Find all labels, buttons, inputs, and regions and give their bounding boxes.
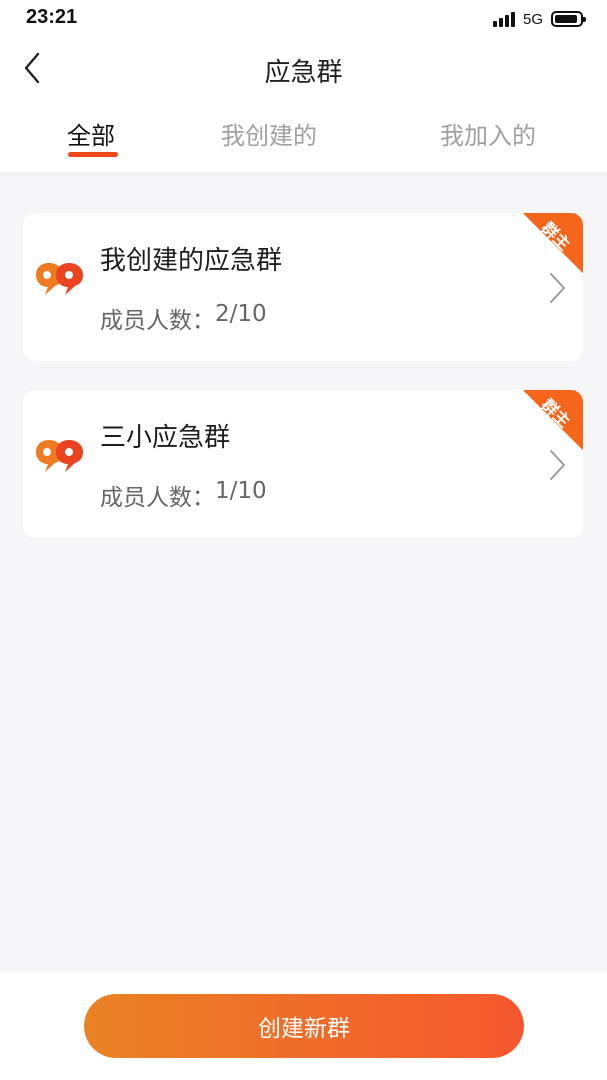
chevron-right-icon bbox=[550, 450, 565, 480]
owner-badge: 群主 bbox=[523, 213, 583, 273]
page-title: 应急群 bbox=[264, 58, 343, 88]
chat-group-icon bbox=[36, 440, 83, 472]
group-name: 我创建的应急群 bbox=[100, 246, 283, 276]
tab-joined[interactable]: 我加入的 bbox=[440, 116, 536, 151]
member-count-value: 2/10 bbox=[215, 301, 267, 327]
tab-bar: 全部 我创建的 我加入的 bbox=[0, 112, 607, 162]
active-tab-indicator bbox=[68, 152, 118, 157]
tab-all[interactable]: 全部 bbox=[67, 116, 115, 151]
owner-badge-label: 群主 bbox=[537, 218, 574, 255]
header-area: 23:21 5G 应急群 全部 我创建的 我加入的 bbox=[0, 0, 607, 172]
group-name: 三小应急群 bbox=[100, 423, 231, 453]
member-count-label: 成员人数： bbox=[100, 308, 215, 334]
tab-created[interactable]: 我创建的 bbox=[221, 116, 317, 151]
bottom-bar: 创建新群 bbox=[0, 972, 607, 1080]
navigation-bar: 应急群 bbox=[0, 40, 607, 96]
member-count-value: 1/10 bbox=[215, 478, 267, 504]
member-count: 成员人数： 2/10 bbox=[100, 301, 267, 335]
status-bar: 23:21 5G bbox=[0, 0, 607, 38]
owner-badge-label: 群主 bbox=[537, 395, 574, 432]
owner-badge: 群主 bbox=[523, 390, 583, 450]
status-time: 23:21 bbox=[26, 6, 78, 28]
member-count-label: 成员人数： bbox=[100, 485, 215, 511]
chat-group-icon bbox=[36, 263, 83, 295]
create-group-button[interactable]: 创建新群 bbox=[84, 994, 524, 1058]
group-card[interactable]: 我创建的应急群 成员人数： 2/10 群主 bbox=[23, 213, 583, 361]
member-count: 成员人数： 1/10 bbox=[100, 478, 267, 512]
status-icons: 5G bbox=[492, 9, 586, 29]
group-card[interactable]: 三小应急群 成员人数： 1/10 群主 bbox=[23, 390, 583, 538]
chevron-right-icon bbox=[550, 273, 565, 303]
network-label: 5G bbox=[522, 10, 543, 28]
signal-icon bbox=[492, 11, 515, 27]
battery-icon bbox=[551, 11, 586, 27]
